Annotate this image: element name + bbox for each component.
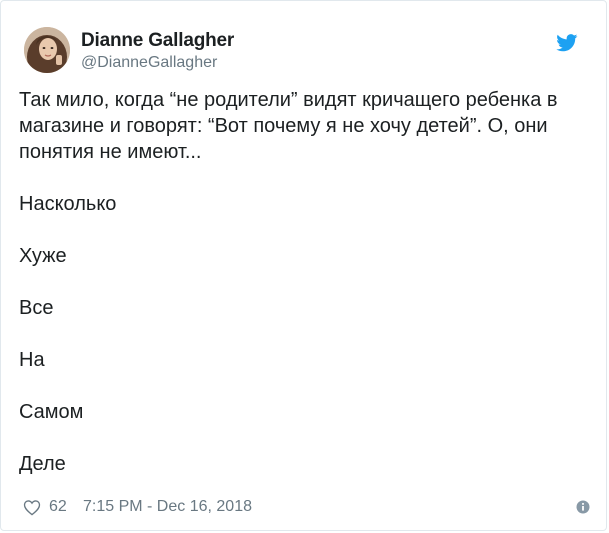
avatar-photo-icon [24,27,70,73]
author-name[interactable]: Dianne Gallagher [81,30,234,52]
tweet-line: Все [19,297,54,319]
tweet-line: Деле [19,453,66,475]
tweet-line: Насколько [19,193,117,215]
info-icon[interactable] [576,500,590,514]
tweet-line: Самом [19,401,84,423]
heart-icon[interactable] [23,499,41,516]
author-handle[interactable]: @DianneGallagher [81,54,217,72]
tweet-header: Dianne Gallagher @DianneGallagher [21,26,586,78]
twitter-bird-icon[interactable] [556,34,578,52]
tweet-timestamp[interactable]: 7:15 PM - Dec 16, 2018 [83,498,252,516]
tweet-footer: 62 7:15 PM - Dec 16, 2018 [23,497,590,519]
avatar[interactable] [24,27,70,73]
like-count[interactable]: 62 [49,498,67,516]
tweet-paragraph: Так мило, когда “не родители” видят крич… [19,89,558,163]
tweet-text: Так мило, когда “не родители” видят крич… [19,87,589,477]
tweet-card: Dianne Gallagher @DianneGallagher Так ми… [0,0,607,531]
tweet-line: Хуже [19,245,67,267]
tweet-line: На [19,349,45,371]
